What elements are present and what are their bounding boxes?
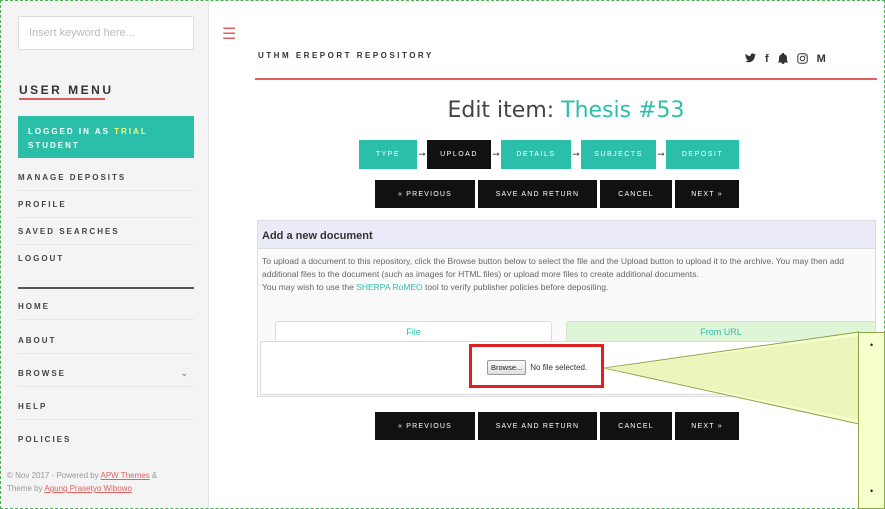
sidebar-item-about[interactable]: ABOUT (18, 327, 194, 354)
social-links: f M (745, 52, 826, 67)
page-title: Edit item: Thesis #53 (255, 98, 877, 123)
sidebar-item-saved-searches[interactable]: SAVED SEARCHES (18, 218, 194, 245)
cancel-button[interactable]: CANCEL (600, 180, 672, 208)
step-label: TYPE (375, 151, 401, 158)
footer-link-author[interactable]: Agung Prasetyo Wibowo (44, 484, 132, 493)
header-divider (255, 78, 877, 80)
bullet-icon: • (870, 340, 874, 350)
instructions-text: You may wish to use the (262, 282, 357, 292)
instagram-icon[interactable] (796, 53, 808, 67)
footer-text: & (149, 471, 158, 480)
page-title-item: Thesis #53 (561, 98, 685, 123)
panel-instructions: To upload a document to this repository,… (258, 249, 875, 294)
sidebar-item-browse[interactable]: BROWSE ⌄ (18, 360, 194, 387)
page-title-prefix: Edit item: (447, 98, 562, 123)
step-label: UPLOAD (440, 151, 478, 158)
logged-in-banner: LOGGED IN AS TRIAL STUDENT (18, 116, 194, 158)
step-label: DEPOSIT (681, 151, 724, 158)
sidebar: Insert keyword here... USER MENU LOGGED … (1, 1, 209, 508)
footer-text: © Nov 2017 - Powered by (7, 471, 101, 480)
step-type[interactable]: TYPE (359, 140, 417, 169)
sidebar-item-help[interactable]: HELP (18, 393, 194, 420)
instructions-text: To upload a document to this repository,… (262, 256, 844, 279)
sidebar-item-label: BROWSE (18, 369, 66, 378)
sidebar-item-label: PROFILE (18, 200, 67, 209)
step-subjects[interactable]: SUBJECTS (581, 140, 656, 169)
sidebar-item-label: MANAGE DEPOSITS (18, 173, 127, 182)
sidebar-item-label: HELP (18, 402, 48, 411)
save-and-return-button[interactable]: SAVE AND RETURN (478, 180, 597, 208)
previous-button[interactable]: « PREVIOUS (375, 180, 475, 208)
sidebar-item-profile[interactable]: PROFILE (18, 191, 194, 218)
footer-link-apw-themes[interactable]: APW Themes (101, 471, 150, 480)
facebook-icon[interactable]: f (765, 53, 769, 67)
callout-pointer (603, 331, 860, 425)
sidebar-footer: © Nov 2017 - Powered by APW Themes & The… (7, 469, 157, 495)
sidebar-item-label: ABOUT (18, 336, 57, 345)
chevron-down-icon: ⌄ (180, 368, 190, 378)
logged-in-user-first: TRIAL (114, 127, 148, 136)
bullet-icon: • (870, 486, 874, 496)
sidebar-item-label: HOME (18, 302, 50, 311)
step-label: SUBJECTS (594, 151, 643, 158)
step-label: DETAILS (516, 151, 556, 158)
footer-text: Theme by (7, 484, 45, 493)
step-details[interactable]: DETAILS (501, 140, 571, 169)
sidebar-item-home[interactable]: HOME (18, 293, 194, 320)
instructions-text: tool to verify publisher policies before… (422, 282, 609, 292)
hamburger-menu-icon[interactable]: ☰ (222, 24, 236, 44)
user-menu-underline (19, 98, 105, 100)
panel-heading: Add a new document (258, 221, 875, 249)
bell-icon[interactable] (777, 52, 788, 67)
step-upload[interactable]: UPLOAD (427, 140, 491, 169)
sidebar-item-policies[interactable]: POLICIES (18, 426, 194, 453)
sidebar-item-label: SAVED SEARCHES (18, 227, 120, 236)
arrow-right-icon: ➞ (572, 149, 580, 159)
action-buttons-top: « PREVIOUS SAVE AND RETURN CANCEL NEXT » (375, 180, 739, 208)
logged-in-user-last: STUDENT (28, 141, 80, 150)
arrow-right-icon: ➞ (418, 149, 426, 159)
twitter-icon[interactable] (745, 53, 756, 67)
sidebar-item-logout[interactable]: LOGOUT (18, 245, 194, 272)
step-deposit[interactable]: DEPOSIT (666, 140, 739, 169)
logged-in-prefix: LOGGED IN AS (28, 127, 115, 136)
sidebar-item-manage-deposits[interactable]: MANAGE DEPOSITS (18, 164, 194, 191)
site-title[interactable]: UTHM EREPORT REPOSITORY (258, 51, 434, 60)
sidebar-item-label: POLICIES (18, 435, 72, 444)
arrow-right-icon: ➞ (657, 149, 665, 159)
search-input[interactable]: Insert keyword here... (18, 16, 194, 50)
arrow-right-icon: ➞ (492, 149, 500, 159)
tab-file[interactable]: File (275, 321, 552, 341)
sherpa-romeo-link[interactable]: SHERPA RoMEO (356, 282, 422, 292)
user-menu-title: USER MENU (19, 83, 114, 97)
next-button[interactable]: NEXT » (675, 180, 739, 208)
sidebar-divider (18, 287, 194, 289)
workflow-steps: TYPE ➞ UPLOAD ➞ DETAILS ➞ SUBJECTS ➞ DEP… (359, 140, 739, 169)
medium-icon[interactable]: M (817, 53, 826, 67)
callout-box (858, 332, 885, 509)
previous-button[interactable]: « PREVIOUS (375, 412, 475, 440)
sidebar-item-label: LOGOUT (18, 254, 65, 263)
